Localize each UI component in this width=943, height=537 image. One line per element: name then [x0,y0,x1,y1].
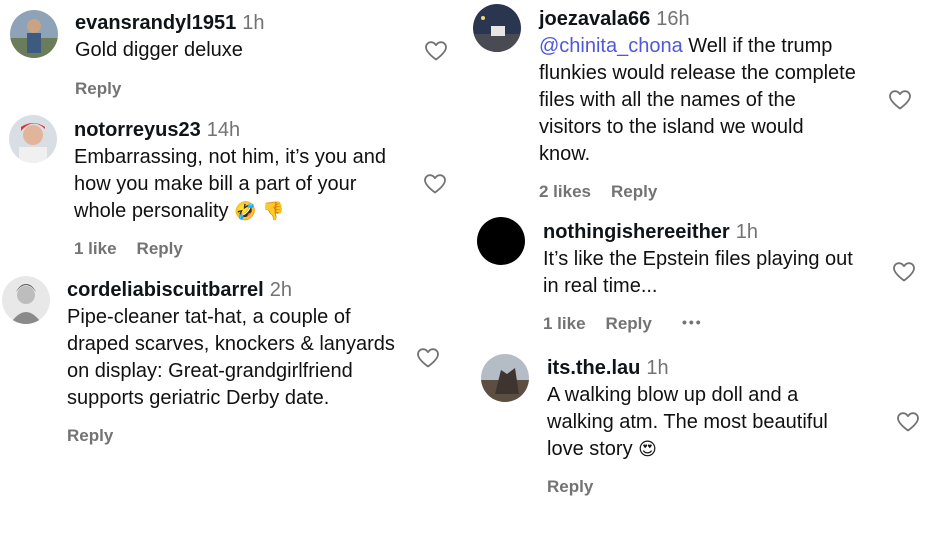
reply-button[interactable]: Reply [137,239,183,258]
comment-text: Gold digger deluxe [75,39,243,61]
avatar[interactable] [481,354,529,402]
timestamp: 1h [646,357,669,379]
avatar[interactable] [477,217,525,265]
reply-button[interactable]: Reply [606,314,652,333]
reply-button[interactable]: Reply [67,426,113,445]
username[interactable]: notorreyus23 [74,119,201,141]
username[interactable]: evansrandyl1951 [75,12,236,34]
reply-button[interactable]: Reply [75,79,121,98]
heart-eyes-emoji: 😍 [638,439,657,460]
heart-outline-icon[interactable] [424,39,448,63]
timestamp: 14h [206,119,241,141]
likes-count[interactable]: 2 likes [539,182,591,201]
username[interactable]: its.the.lau [547,357,640,379]
avatar[interactable] [9,115,57,163]
username[interactable]: nothingishereeither [543,221,730,243]
timestamp: 1h [735,221,758,243]
comment-text: @chinita_chona Well if the trump flunkie… [539,35,856,165]
thumbs-down-emoji: 👎 [262,201,285,222]
heart-outline-icon[interactable] [416,346,440,370]
reply-button[interactable]: Reply [547,477,593,496]
rofl-emoji: 🤣 [234,201,257,222]
timestamp: 2h [269,279,292,301]
username[interactable]: cordeliabiscuitbarrel [67,279,264,301]
comment-text: It’s like the Epstein files playing out … [543,248,853,297]
heart-outline-icon[interactable] [423,172,447,196]
timestamp: 1h [242,12,265,34]
likes-count[interactable]: 1 like [543,314,586,333]
likes-count[interactable]: 1 like [74,239,117,258]
comment-text: Pipe-cleaner tat-hat, a couple of draped… [67,306,395,409]
mention-link[interactable]: @chinita_chona [539,35,683,57]
comment-text: A walking blow up doll and a walking atm… [547,384,828,460]
comment-text: Embarrassing, not him, it’s you and how … [74,146,387,222]
heart-outline-icon[interactable] [896,410,920,434]
reply-button[interactable]: Reply [611,182,657,201]
more-options-icon[interactable]: ••• [682,311,703,333]
avatar[interactable] [473,4,521,52]
timestamp: 16h [656,8,690,30]
avatar[interactable] [2,276,50,324]
username[interactable]: joezavala66 [539,8,650,30]
avatar[interactable] [10,10,58,58]
heart-outline-icon[interactable] [892,260,916,284]
heart-outline-icon[interactable] [888,88,912,112]
